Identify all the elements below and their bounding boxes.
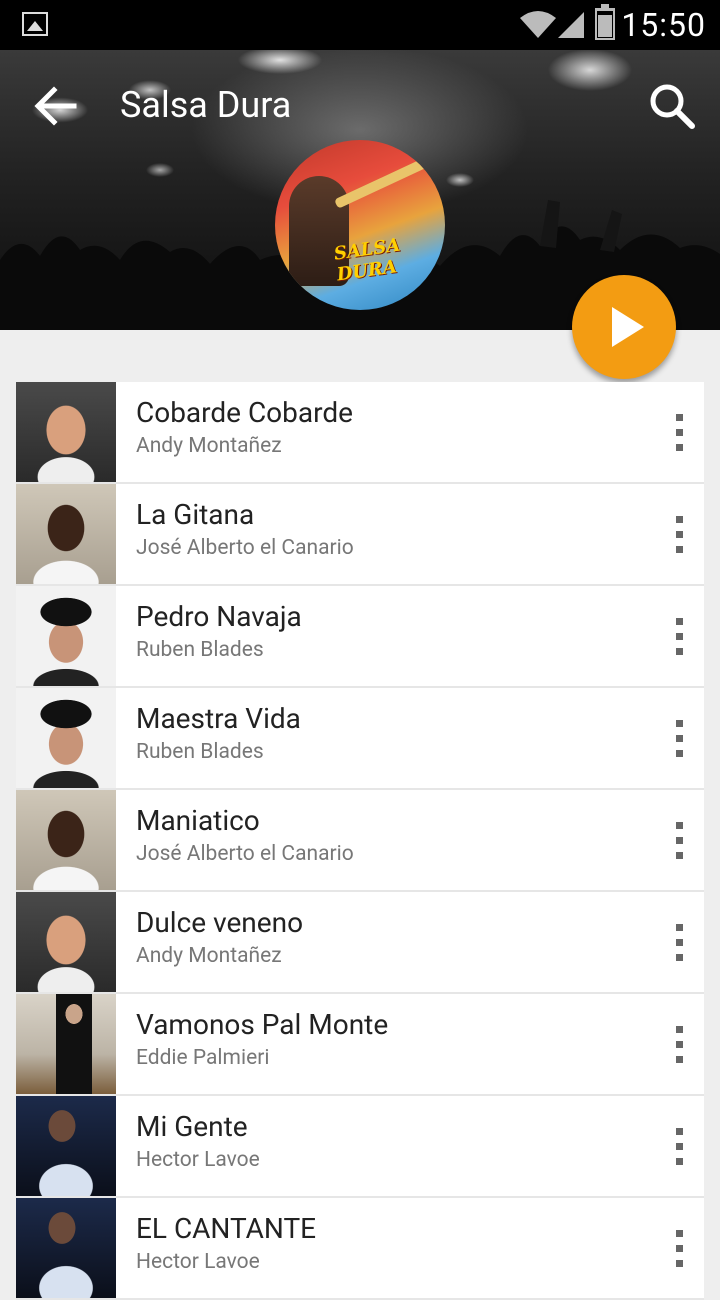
signal-icon [558, 12, 584, 38]
artist-thumbnail [16, 484, 116, 584]
song-row[interactable]: Mi Gente Hector Lavoe [16, 1096, 704, 1198]
search-icon[interactable] [646, 80, 698, 132]
more-vert-icon[interactable] [668, 618, 690, 658]
song-artist: Eddie Palmieri [136, 1046, 270, 1070]
song-row[interactable]: Maniatico José Alberto el Canario [16, 790, 704, 892]
album-art-trombone [334, 153, 438, 209]
artist-thumbnail [16, 586, 116, 686]
artist-thumbnail [16, 790, 116, 890]
more-vert-icon[interactable] [668, 924, 690, 964]
battery-icon [595, 4, 615, 40]
song-artist: Andy Montañez [136, 434, 282, 458]
song-row[interactable]: Maestra Vida Ruben Blades [16, 688, 704, 790]
song-row[interactable]: Vamonos Pal Monte Eddie Palmieri [16, 994, 704, 1096]
song-title: La Gitana [136, 498, 255, 531]
artist-thumbnail [16, 1096, 116, 1196]
more-vert-icon[interactable] [668, 516, 690, 556]
song-title: Maestra Vida [136, 702, 301, 735]
more-vert-icon[interactable] [668, 822, 690, 862]
artist-thumbnail [16, 892, 116, 992]
song-row[interactable]: Cobarde Cobarde Andy Montañez [16, 382, 704, 484]
wifi-icon [520, 11, 556, 38]
more-vert-icon[interactable] [668, 1026, 690, 1066]
song-artist: Hector Lavoe [136, 1250, 260, 1274]
artist-thumbnail [16, 382, 116, 482]
song-artist: Ruben Blades [136, 740, 264, 764]
song-title: Mi Gente [136, 1110, 248, 1143]
song-title: Vamonos Pal Monte [136, 1008, 389, 1041]
play-all-button[interactable] [572, 275, 676, 379]
gallery-icon [22, 12, 48, 36]
status-bar: 15:50 [0, 0, 720, 50]
song-artist: José Alberto el Canario [136, 842, 354, 866]
artist-thumbnail [16, 994, 116, 1094]
song-title: Dulce veneno [136, 906, 304, 939]
song-row[interactable]: La Gitana José Alberto el Canario [16, 484, 704, 586]
song-artist: Hector Lavoe [136, 1148, 260, 1172]
song-title: Cobarde Cobarde [136, 396, 353, 429]
album-art: SALSA DURA [275, 140, 445, 310]
page-title: Salsa Dura [120, 84, 292, 126]
song-list: Cobarde Cobarde Andy Montañez La Gitana … [16, 382, 704, 1300]
status-time: 15:50 [621, 6, 706, 44]
song-row[interactable]: Pedro Navaja Ruben Blades [16, 586, 704, 688]
artist-thumbnail [16, 688, 116, 788]
back-arrow-icon[interactable] [30, 80, 82, 132]
more-vert-icon[interactable] [668, 414, 690, 454]
song-title: Maniatico [136, 804, 260, 837]
artist-thumbnail [16, 1198, 116, 1298]
play-icon [612, 307, 644, 347]
song-artist: Ruben Blades [136, 638, 264, 662]
song-title: Pedro Navaja [136, 600, 302, 633]
song-artist: Andy Montañez [136, 944, 282, 968]
more-vert-icon[interactable] [668, 1128, 690, 1168]
song-title: EL CANTANTE [136, 1212, 317, 1245]
song-artist: José Alberto el Canario [136, 536, 354, 560]
more-vert-icon[interactable] [668, 720, 690, 760]
more-vert-icon[interactable] [668, 1230, 690, 1270]
song-row[interactable]: EL CANTANTE Hector Lavoe [16, 1198, 704, 1300]
song-row[interactable]: Dulce veneno Andy Montañez [16, 892, 704, 994]
